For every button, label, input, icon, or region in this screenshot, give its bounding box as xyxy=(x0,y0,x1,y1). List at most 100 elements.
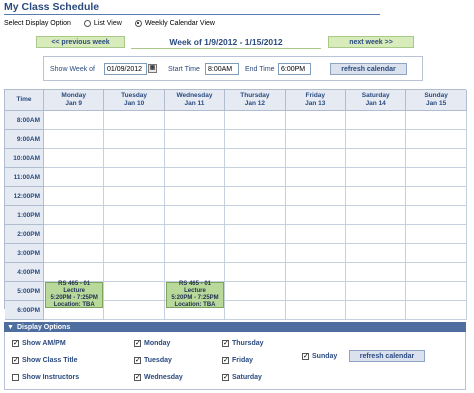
calendar-cell[interactable] xyxy=(346,282,407,301)
calendar-cell[interactable] xyxy=(406,301,467,320)
calendar-cell[interactable] xyxy=(285,149,346,168)
calendar-cell[interactable] xyxy=(406,111,467,130)
calendar-cell[interactable] xyxy=(225,206,286,225)
calendar-cell[interactable] xyxy=(346,225,407,244)
calendar-cell[interactable] xyxy=(346,130,407,149)
calendar-cell[interactable] xyxy=(104,225,165,244)
saturday-option[interactable]: ✓ Saturday xyxy=(222,374,262,381)
show-ampm-checkbox[interactable]: ✓ xyxy=(12,340,19,347)
calendar-cell[interactable] xyxy=(225,187,286,206)
calendar-cell[interactable] xyxy=(164,225,226,244)
calendar-cell[interactable] xyxy=(346,149,407,168)
class-event-block[interactable]: RS 465 - 01 Lecture 5:20PM - 7:25PM Locatio… xyxy=(165,281,225,308)
calendar-cell[interactable] xyxy=(346,263,407,282)
next-week-button[interactable]: next week >> xyxy=(328,36,414,48)
previous-week-button[interactable]: << previous week xyxy=(36,36,125,48)
refresh-calendar-button[interactable]: refresh calendar xyxy=(330,63,407,75)
calendar-cell[interactable] xyxy=(164,187,226,206)
calendar-cell[interactable] xyxy=(406,206,467,225)
weekly-calendar-view-option[interactable]: Weekly Calendar View xyxy=(134,19,215,27)
calendar-cell[interactable] xyxy=(285,225,346,244)
calendar-cell[interactable] xyxy=(406,244,467,263)
calendar-cell[interactable] xyxy=(285,263,346,282)
calendar-cell[interactable] xyxy=(164,244,226,263)
calendar-cell[interactable] xyxy=(346,301,407,320)
calendar-cell[interactable] xyxy=(164,263,226,282)
show-week-input[interactable]: 01/09/2012 xyxy=(104,63,147,75)
calendar-cell[interactable] xyxy=(406,168,467,187)
calendar-cell[interactable] xyxy=(104,282,165,301)
end-time-input[interactable]: 6:00PM xyxy=(278,63,311,75)
show-instructors-option[interactable]: Show Instructors xyxy=(12,374,79,381)
calendar-cell[interactable] xyxy=(406,149,467,168)
calendar-cell[interactable] xyxy=(225,111,286,130)
calendar-cell[interactable] xyxy=(406,187,467,206)
calendar-cell[interactable] xyxy=(285,187,346,206)
calendar-cell[interactable] xyxy=(44,225,105,244)
collapse-triangle-icon[interactable]: ▼ xyxy=(7,324,14,331)
calendar-cell[interactable] xyxy=(285,206,346,225)
calendar-cell[interactable] xyxy=(164,130,226,149)
calendar-cell[interactable] xyxy=(104,263,165,282)
calendar-cell[interactable] xyxy=(346,244,407,263)
calendar-cell[interactable] xyxy=(406,130,467,149)
calendar-cell[interactable] xyxy=(225,168,286,187)
show-instructors-checkbox[interactable] xyxy=(12,374,19,381)
sunday-checkbox[interactable]: ✓ xyxy=(302,353,309,360)
saturday-checkbox[interactable]: ✓ xyxy=(222,374,229,381)
wednesday-option[interactable]: ✓ Wednesday xyxy=(134,374,183,381)
friday-checkbox[interactable]: ✓ xyxy=(222,357,229,364)
calendar-cell[interactable] xyxy=(225,149,286,168)
show-ampm-option[interactable]: ✓ Show AM/PM xyxy=(12,340,66,347)
calendar-cell[interactable] xyxy=(346,206,407,225)
show-class-title-checkbox[interactable]: ✓ xyxy=(12,357,19,364)
calendar-cell[interactable] xyxy=(406,282,467,301)
calendar-cell[interactable] xyxy=(225,301,286,320)
calendar-cell[interactable] xyxy=(164,149,226,168)
monday-option[interactable]: ✓ Monday xyxy=(134,340,170,347)
weekly-calendar-view-radio[interactable] xyxy=(134,19,142,27)
calendar-cell[interactable] xyxy=(346,168,407,187)
sunday-option[interactable]: ✓ Sunday xyxy=(302,353,337,360)
calendar-cell[interactable] xyxy=(104,301,165,320)
calendar-cell[interactable] xyxy=(44,130,105,149)
calendar-cell[interactable] xyxy=(44,263,105,282)
tuesday-checkbox[interactable]: ✓ xyxy=(134,357,141,364)
class-event-block[interactable]: RS 465 - 01 Lecture 5:20PM - 7:25PM Locatio… xyxy=(45,281,104,308)
calendar-cell[interactable] xyxy=(285,282,346,301)
calendar-cell[interactable] xyxy=(285,301,346,320)
calendar-cell[interactable] xyxy=(104,130,165,149)
calendar-cell[interactable] xyxy=(104,206,165,225)
display-options-header[interactable]: ▼ Display Options xyxy=(4,322,466,332)
calendar-cell[interactable] xyxy=(104,111,165,130)
list-view-radio[interactable] xyxy=(83,19,91,27)
show-class-title-option[interactable]: ✓ Show Class Title xyxy=(12,357,78,364)
calendar-cell[interactable] xyxy=(104,149,165,168)
calendar-cell[interactable] xyxy=(225,282,286,301)
options-refresh-calendar-button[interactable]: refresh calendar xyxy=(349,350,425,362)
list-view-option[interactable]: List View xyxy=(83,19,122,27)
tuesday-option[interactable]: ✓ Tuesday xyxy=(134,357,172,364)
calendar-cell[interactable] xyxy=(406,263,467,282)
calendar-cell[interactable] xyxy=(225,263,286,282)
start-time-input[interactable]: 8:00AM xyxy=(205,63,239,75)
calendar-cell[interactable] xyxy=(285,111,346,130)
calendar-cell[interactable] xyxy=(104,244,165,263)
calendar-cell[interactable] xyxy=(44,206,105,225)
calendar-cell[interactable] xyxy=(44,168,105,187)
wednesday-checkbox[interactable]: ✓ xyxy=(134,374,141,381)
friday-option[interactable]: ✓ Friday xyxy=(222,357,253,364)
calendar-cell[interactable] xyxy=(346,111,407,130)
calendar-cell[interactable] xyxy=(285,244,346,263)
calendar-cell[interactable] xyxy=(164,206,226,225)
calendar-cell[interactable] xyxy=(104,168,165,187)
calendar-cell[interactable] xyxy=(164,111,226,130)
calendar-cell[interactable] xyxy=(104,187,165,206)
calendar-cell[interactable] xyxy=(44,111,105,130)
calendar-cell[interactable] xyxy=(44,187,105,206)
thursday-checkbox[interactable]: ✓ xyxy=(222,340,229,347)
calendar-cell[interactable] xyxy=(285,168,346,187)
calendar-cell[interactable] xyxy=(225,130,286,149)
calendar-icon[interactable]: ▦ xyxy=(148,64,157,73)
thursday-option[interactable]: ✓ Thursday xyxy=(222,340,264,347)
